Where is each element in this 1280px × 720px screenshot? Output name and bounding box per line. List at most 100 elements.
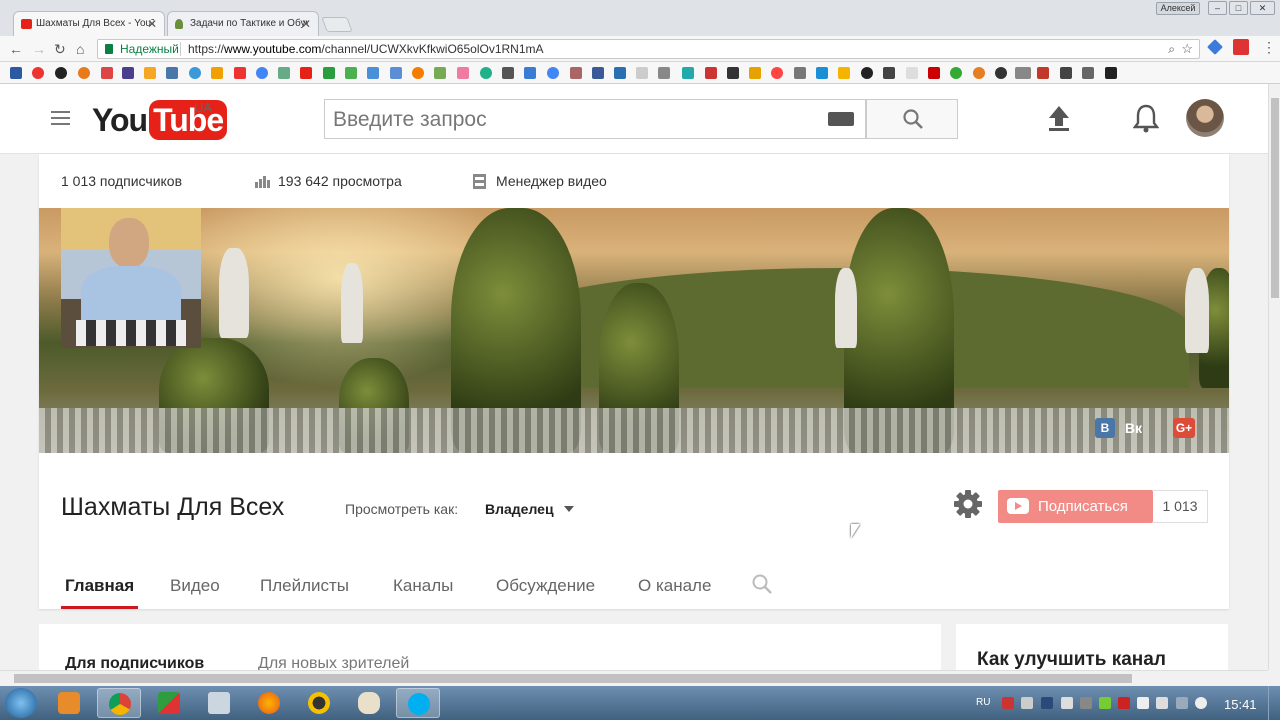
close-icon[interactable]: ✕ xyxy=(301,17,311,31)
new-tab-button[interactable] xyxy=(321,17,353,32)
bookmark-icon[interactable] xyxy=(278,67,290,79)
tray-icon[interactable] xyxy=(1099,697,1111,709)
bookmark-icon[interactable] xyxy=(122,67,134,79)
tab-about[interactable]: О канале xyxy=(638,576,711,596)
tray-icon[interactable] xyxy=(1118,697,1130,709)
notifications-bell-icon[interactable] xyxy=(1133,103,1159,133)
bookmark-icon[interactable] xyxy=(434,67,446,79)
start-button[interactable] xyxy=(5,688,37,718)
bookmark-icon[interactable] xyxy=(32,67,44,79)
tab-discussion[interactable]: Обсуждение xyxy=(496,576,595,596)
bookmark-icon[interactable] xyxy=(390,67,402,79)
horizontal-scrollbar[interactable] xyxy=(0,670,1268,686)
tray-icon[interactable] xyxy=(1156,697,1168,709)
bookmark-icon[interactable] xyxy=(570,67,582,79)
search-input[interactable]: Введите запрос xyxy=(324,99,866,139)
bookmark-icon[interactable] xyxy=(1015,67,1031,79)
taskbar-media-player[interactable] xyxy=(47,688,91,718)
browser-tab-youtube[interactable]: Шахматы Для Всех - YouT ✕ xyxy=(13,11,165,36)
bookmark-icon[interactable] xyxy=(457,67,469,79)
bookmark-icon[interactable] xyxy=(1105,67,1117,79)
bookmark-icon[interactable] xyxy=(1037,67,1049,79)
zoom-icon[interactable]: ⌕ xyxy=(1168,40,1175,58)
bookmark-icon[interactable] xyxy=(906,67,918,79)
taskbar-clock[interactable]: 15:41 xyxy=(1224,697,1257,712)
bookmark-icon[interactable] xyxy=(794,67,806,79)
bookmark-icon[interactable] xyxy=(636,67,648,79)
youtube-icon[interactable] xyxy=(300,67,312,79)
bookmark-icon[interactable] xyxy=(838,67,850,79)
bookmark-icon[interactable] xyxy=(55,67,67,79)
tab-playlists[interactable]: Плейлисты xyxy=(260,576,349,596)
url-bar[interactable]: Надежный https://www.youtube.com/channel… xyxy=(97,39,1200,59)
bookmark-icon[interactable] xyxy=(189,67,201,79)
extension-red-icon[interactable] xyxy=(1233,39,1249,55)
google-icon[interactable] xyxy=(547,67,559,79)
bookmark-icon[interactable] xyxy=(345,67,357,79)
subscribe-button[interactable]: Подписаться xyxy=(998,490,1153,523)
maximize-button[interactable]: □ xyxy=(1229,1,1248,15)
taskbar-app[interactable] xyxy=(147,688,191,718)
keyboard-icon[interactable] xyxy=(828,112,854,126)
tray-icon[interactable] xyxy=(1021,697,1033,709)
volume-icon[interactable] xyxy=(1195,697,1207,709)
vk-link[interactable]: В Вк xyxy=(1095,418,1142,440)
menu-icon[interactable] xyxy=(51,111,70,125)
bookmark-icon[interactable] xyxy=(524,67,536,79)
bookmark-icon[interactable] xyxy=(211,67,223,79)
tray-icon[interactable] xyxy=(1041,697,1053,709)
bookmark-icon[interactable] xyxy=(1060,67,1072,79)
bookmark-icon[interactable] xyxy=(144,67,156,79)
bookmark-icon[interactable] xyxy=(78,67,90,79)
view-as-dropdown[interactable]: Владелец xyxy=(485,501,554,517)
taskbar-firefox[interactable] xyxy=(247,688,291,718)
taskbar-calculator[interactable] xyxy=(197,688,241,718)
video-manager-link[interactable]: Менеджер видео xyxy=(496,173,607,189)
bookmark-icon[interactable] xyxy=(727,67,739,79)
bookmark-icon[interactable] xyxy=(323,67,335,79)
upload-icon[interactable] xyxy=(1047,104,1071,132)
back-icon[interactable]: ← xyxy=(9,41,23,57)
window-user-badge[interactable]: Алексей xyxy=(1156,2,1200,15)
tab-home[interactable]: Главная xyxy=(65,576,134,596)
scrollbar-thumb[interactable] xyxy=(1271,98,1279,298)
gmail-icon[interactable] xyxy=(101,67,113,79)
network-icon[interactable] xyxy=(1176,697,1188,709)
taskbar-app[interactable] xyxy=(297,688,341,718)
url-text[interactable]: https://www.youtube.com/channel/UCWXkvKf… xyxy=(188,40,544,58)
bookmark-icon[interactable] xyxy=(771,67,783,79)
subtab-subscribers[interactable]: Для подписчиков xyxy=(65,655,204,670)
close-icon[interactable]: ✕ xyxy=(147,17,157,31)
show-desktop-button[interactable] xyxy=(1268,686,1280,720)
tray-icon[interactable] xyxy=(1002,697,1014,709)
bookmark-icon[interactable] xyxy=(928,67,940,79)
channel-search-icon[interactable] xyxy=(751,573,773,595)
forward-icon[interactable]: → xyxy=(32,41,46,57)
language-indicator[interactable]: RU xyxy=(976,697,990,708)
bookmark-icon[interactable] xyxy=(367,67,379,79)
google-plus-link[interactable]: G+ xyxy=(1173,418,1195,440)
bookmark-icon[interactable] xyxy=(883,67,895,79)
bookmark-icon[interactable] xyxy=(816,67,828,79)
yandex-icon[interactable] xyxy=(234,67,246,79)
taskbar-chrome[interactable] xyxy=(97,688,141,718)
vk-icon[interactable] xyxy=(166,67,178,79)
bookmark-icon[interactable] xyxy=(749,67,761,79)
close-window-button[interactable]: ✕ xyxy=(1250,1,1275,15)
bookmark-icon[interactable] xyxy=(995,67,1007,79)
bookmark-icon[interactable] xyxy=(950,67,962,79)
bookmark-icon[interactable] xyxy=(614,67,626,79)
search-button[interactable] xyxy=(866,99,958,139)
tab-videos[interactable]: Видео xyxy=(170,576,220,596)
account-avatar[interactable] xyxy=(1186,99,1224,137)
bookmark-icon[interactable] xyxy=(861,67,873,79)
extension-diamond-icon[interactable] xyxy=(1207,39,1223,55)
view-count[interactable]: 193 642 просмотра xyxy=(278,173,402,189)
tray-icon[interactable] xyxy=(1061,697,1073,709)
bookmark-icon[interactable] xyxy=(1082,67,1094,79)
tab-channels[interactable]: Каналы xyxy=(393,576,453,596)
subscriber-count[interactable]: 1 013 подписчиков xyxy=(61,173,182,189)
bookmark-icon[interactable] xyxy=(682,67,694,79)
bookmark-star-icon[interactable]: ☆ xyxy=(1181,40,1193,58)
secure-label[interactable]: Надежный xyxy=(120,40,179,58)
